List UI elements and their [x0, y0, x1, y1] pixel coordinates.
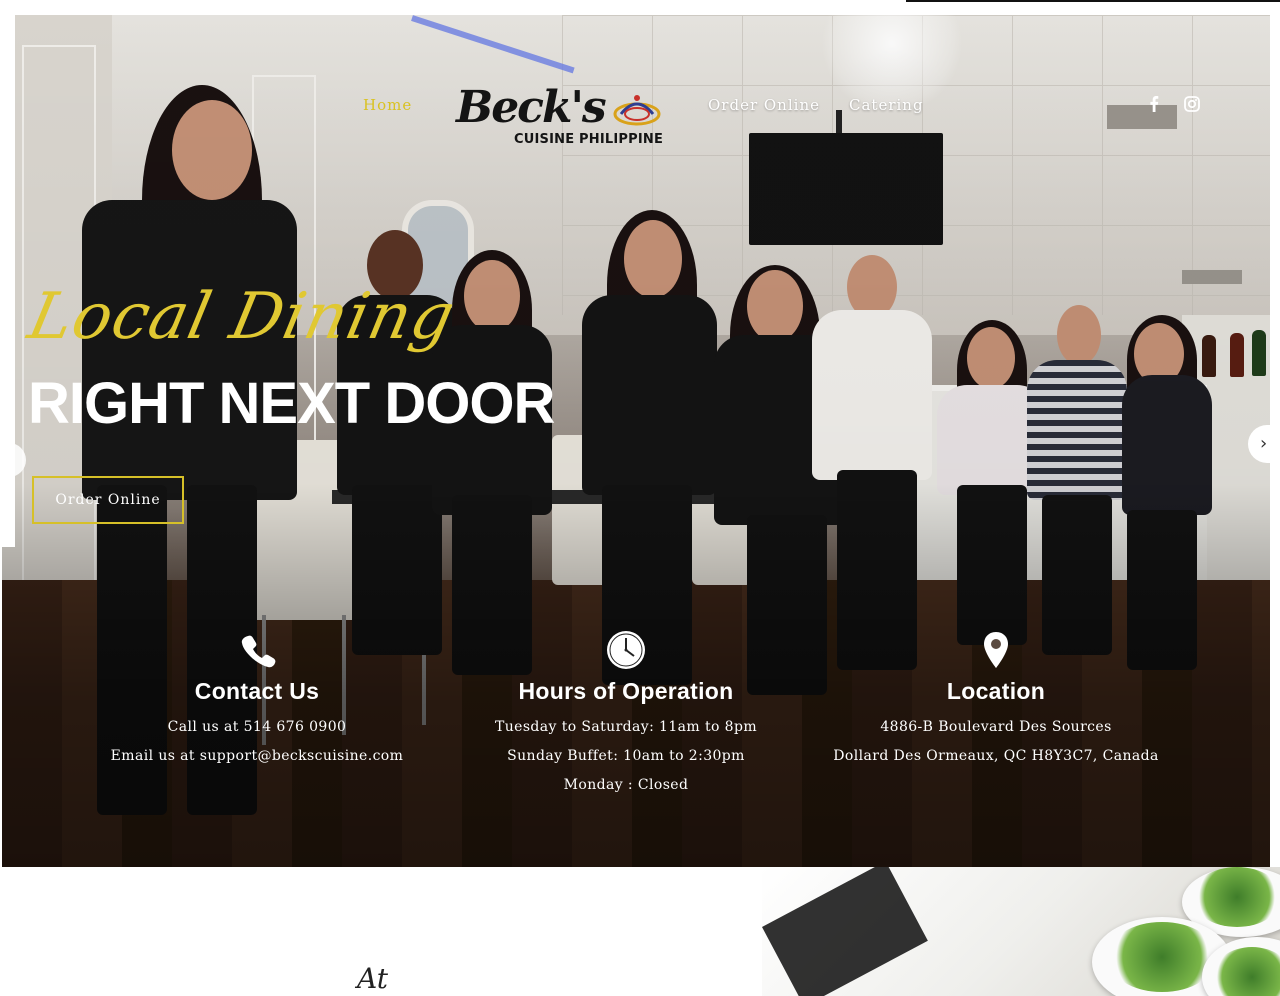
facebook-icon[interactable] [1145, 96, 1163, 114]
logo-script-text: Beck's [456, 82, 607, 133]
order-online-button[interactable]: Order Online [32, 476, 184, 524]
nav-home-link[interactable]: Home [363, 96, 412, 114]
food-photo-shadow [762, 867, 928, 996]
hours-title: Hours of Operation [518, 678, 734, 704]
nav-order-online-link[interactable]: Order Online [708, 96, 820, 114]
location-line-1: 4886-B Boulevard Des Sources [880, 719, 1112, 735]
contact-title: Contact Us [194, 678, 320, 704]
hours-info-column: Hours of Operation Tuesday to Saturday: … [446, 630, 806, 796]
logo-plate-icon [613, 95, 661, 126]
page-edge [2, 15, 15, 547]
location-info-column: Location 4886-B Boulevard Des Sources Do… [816, 630, 1176, 767]
section-script-heading: At [357, 962, 388, 995]
top-border-line [906, 0, 1280, 2]
nav-catering-link[interactable]: Catering [849, 96, 924, 114]
food-photo [762, 867, 1280, 996]
contact-email[interactable]: Email us at support@beckscuisine.com [77, 746, 437, 767]
contact-info-column: Contact Us Call us at 514 676 0900 Email… [77, 630, 437, 767]
food-salad [1107, 922, 1217, 992]
slider-next-button[interactable]: › [1248, 425, 1280, 463]
phone-icon [241, 635, 276, 668]
hours-line-2: Sunday Buffet: 10am to 2:30pm [507, 748, 745, 764]
hours-line-3: Monday : Closed [563, 777, 689, 793]
hero-title: RIGHT NEXT DOOR [28, 371, 555, 436]
hours-line-1: Tuesday to Saturday: 11am to 8pm [495, 719, 757, 735]
instagram-icon[interactable] [1183, 96, 1201, 114]
location-title: Location [946, 678, 1046, 704]
site-logo[interactable]: Beck's CUISINE PHILIPPINE [456, 82, 668, 152]
food-salad [1192, 867, 1280, 927]
location-line-2: Dollard Des Ormeaux, QC H8Y3C7, Canada [833, 748, 1159, 764]
logo-subtitle: CUISINE PHILIPPINE [514, 132, 664, 147]
chevron-right-icon: › [1260, 433, 1268, 454]
clock-icon [607, 631, 645, 669]
map-pin-icon [984, 632, 1008, 668]
hero-script-title: Local Dining [22, 280, 462, 354]
contact-phone[interactable]: Call us at 514 676 0900 [77, 717, 437, 738]
